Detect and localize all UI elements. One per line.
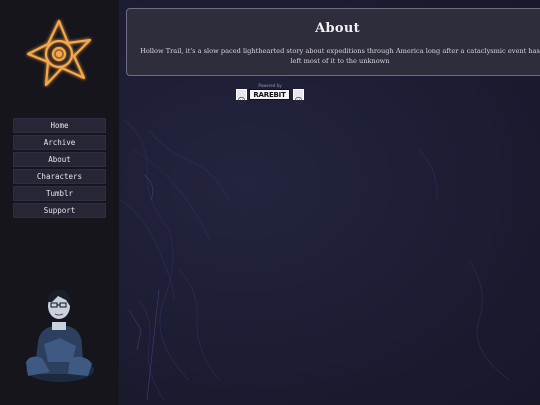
nav-tumblr[interactable]: Tumblr — [13, 186, 106, 201]
rarebit-wordmark: RAREBIT — [249, 89, 290, 100]
powered-by-label: Powered by — [258, 83, 282, 88]
powered-by-rarebit-badge[interactable]: Powered by RAREBIT — [236, 83, 304, 105]
main-navigation: Home Archive About Characters Tumblr Sup… — [13, 118, 106, 220]
nav-characters[interactable]: Characters — [13, 169, 106, 184]
nav-about[interactable]: About — [13, 152, 106, 167]
nav-home[interactable]: Home — [13, 118, 106, 133]
rarebit-face-icon — [293, 89, 304, 105]
about-description: Hollow Trail, it's a slow paced lighthea… — [140, 47, 540, 65]
sidebar: Home Archive About Characters Tumblr Sup… — [0, 0, 119, 405]
main-content: About Hollow Trail, it's a slow paced li… — [119, 0, 540, 405]
rarebit-face-icon — [236, 89, 247, 105]
hooded-character-illustration — [26, 289, 94, 382]
about-card: About Hollow Trail, it's a slow paced li… — [126, 8, 540, 76]
nav-support[interactable]: Support — [13, 203, 106, 218]
star-sigil-logo-icon[interactable] — [24, 18, 94, 90]
about-title: About — [315, 21, 360, 36]
nav-archive[interactable]: Archive — [13, 135, 106, 150]
